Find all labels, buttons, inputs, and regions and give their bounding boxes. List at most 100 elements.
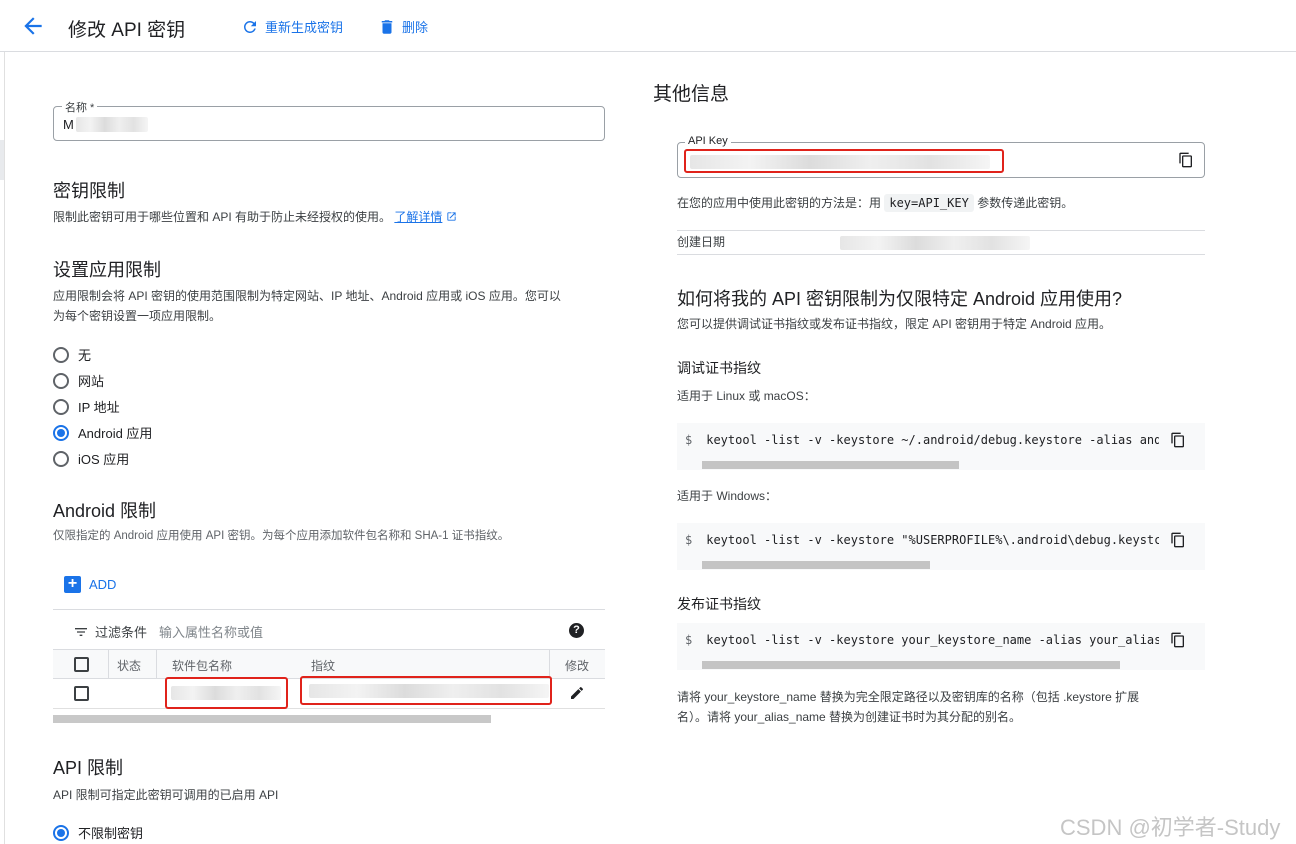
column-fingerprint[interactable]: 指纹 [311, 657, 335, 674]
radio-label: IP 地址 [78, 400, 120, 415]
filter-icon [75, 627, 87, 636]
delete-button[interactable]: 删除 [378, 17, 428, 36]
linux-command-text: keytool -list -v -keystore ~/.android/de… [706, 433, 1159, 447]
linux-label: 适用于 Linux 或 macOS： [677, 389, 816, 403]
filter-bar: 过滤条件 输入属性名称或值 ? [53, 609, 605, 650]
divider [677, 230, 1205, 231]
external-link-icon [447, 212, 456, 221]
code-scrollbar[interactable] [702, 561, 930, 569]
radio-circle-selected [53, 424, 69, 441]
key-usage-suffix: 参数传递此密钥。 [977, 196, 1074, 210]
api-restrictions-description: API 限制可指定此密钥可调用的已启用 API [53, 788, 279, 802]
prompt-symbol: $ [685, 533, 693, 547]
copy-icon[interactable] [1170, 432, 1186, 448]
refresh-icon [243, 20, 256, 33]
column-package-name[interactable]: 软件包名称 [172, 657, 232, 674]
linux-command-block: $ keytool -list -v -keystore ~/.android/d… [677, 423, 1205, 470]
windows-command-block: $ keytool -list -v -keystore "%USERPROFIL… [677, 523, 1205, 570]
key-usage-prefix: 在您的应用中使用此密钥的方法是：用 [677, 196, 882, 210]
column-divider [108, 650, 109, 679]
radio-ip-addresses[interactable]: IP 地址 [53, 397, 120, 416]
api-key-label: API Key [685, 135, 731, 147]
replace-note-2: 名）。请将 your_alias_name 替换为创建证书时为其分配的别名。 [677, 710, 1022, 724]
radio-circle [53, 398, 69, 415]
top-app-bar: 修改 API 密钥 重新生成密钥 删除 [0, 0, 1296, 52]
trash-icon [381, 19, 393, 34]
release-command-block: $ keytool -list -v -keystore your_keystor… [677, 623, 1205, 670]
replace-note-1: 请将 your_keystore_name 替换为完全限定路径以及密钥库的名称（… [677, 690, 1140, 704]
learn-more-link[interactable]: 了解详情 [394, 210, 442, 224]
windows-label: 适用于 Windows： [677, 489, 778, 503]
linux-command: $ keytool -list -v -keystore ~/.android/d… [685, 433, 1159, 447]
radio-websites[interactable]: 网站 [53, 371, 104, 390]
radio-label: 无 [78, 348, 92, 363]
app-restrictions-heading: 设置应用限制 [53, 260, 161, 280]
code-scrollbar[interactable] [702, 461, 959, 469]
radio-ios-apps[interactable]: iOS 应用 [53, 449, 129, 468]
api-restrictions-heading: API 限制 [53, 758, 124, 778]
radio-circle [53, 346, 69, 363]
table-header: 状态 软件包名称 指纹 修改 [53, 650, 605, 679]
copy-icon[interactable] [1178, 152, 1194, 168]
release-command: $ keytool -list -v -keystore your_keystor… [685, 633, 1159, 647]
radio-circle [53, 372, 69, 389]
debug-cert-heading: 调试证书指纹 [677, 360, 761, 376]
copy-icon[interactable] [1170, 532, 1186, 548]
windows-command-text: keytool -list -v -keystore "%USERPROFILE… [706, 533, 1159, 547]
radio-dont-restrict-key[interactable]: 不限制密钥 [53, 823, 143, 842]
regenerate-key-button[interactable]: 重新生成密钥 [241, 17, 343, 36]
column-edit: 修改 [565, 659, 590, 673]
app-restrictions-description-2: 为每个密钥设置一项应用限制。 [53, 309, 222, 323]
radio-label: iOS 应用 [78, 452, 130, 467]
watermark: CSDN @初学者-Study [1060, 815, 1281, 840]
back-arrow-icon[interactable] [20, 13, 46, 39]
copy-icon[interactable] [1170, 632, 1186, 648]
name-field[interactable]: 名称 * M [53, 99, 605, 141]
plus-icon: + [64, 576, 81, 593]
prompt-symbol: $ [685, 433, 693, 447]
redacted-created-date [840, 236, 1030, 250]
page-title: 修改 API 密钥 [68, 20, 186, 41]
android-restrictions-description: 仅限指定的 Android 应用使用 API 密钥。为每个应用添加软件包名称和 … [53, 530, 510, 542]
created-date-label: 创建日期 [677, 235, 726, 249]
delete-label: 删除 [402, 20, 429, 35]
table-horizontal-scrollbar[interactable] [53, 715, 491, 723]
redacted-name [76, 117, 148, 132]
radio-label: Android 应用 [78, 426, 153, 441]
code-scrollbar[interactable] [702, 661, 1120, 669]
filter-button[interactable]: 过滤条件 [73, 622, 147, 641]
add-label: ADD [89, 577, 117, 592]
add-item-button[interactable]: + ADD [64, 576, 116, 593]
column-divider [549, 650, 550, 679]
android-howto-description: 您可以提供调试证书指纹或发布证书指纹，限定 API 密钥用于特定 Android… [677, 317, 1112, 331]
key-restrictions-heading: 密钥限制 [53, 181, 125, 201]
release-cert-heading: 发布证书指纹 [677, 596, 761, 612]
key-usage-text: 在您的应用中使用此密钥的方法是：用 key=API_KEY 参数传递此密钥。 [677, 193, 1073, 213]
radio-circle [53, 450, 69, 467]
radio-label: 不限制密钥 [78, 826, 144, 841]
radio-none[interactable]: 无 [53, 345, 91, 364]
column-divider [156, 650, 157, 679]
other-info-heading: 其他信息 [653, 84, 730, 105]
select-all-checkbox[interactable] [74, 657, 89, 672]
name-field-label: 名称 * [62, 99, 98, 115]
android-howto-heading: 如何将我的 API 密钥限制为仅限特定 Android 应用使用? [677, 289, 1123, 309]
filter-input[interactable]: 输入属性名称或值 [159, 622, 263, 641]
regenerate-key-label: 重新生成密钥 [265, 20, 344, 35]
edit-pencil-icon[interactable] [569, 685, 585, 701]
column-status[interactable]: 状态 [117, 657, 141, 674]
radio-android-apps[interactable]: Android 应用 [53, 423, 152, 442]
radio-circle-selected [53, 824, 69, 841]
side-rail-marker [0, 140, 4, 180]
key-usage-code: key=API_KEY [884, 194, 974, 212]
highlight-api-key [684, 149, 1004, 173]
prompt-symbol: $ [685, 633, 693, 647]
row-checkbox[interactable] [74, 686, 89, 701]
name-field-value: M [63, 117, 74, 132]
learn-more-label: 了解详情 [394, 210, 443, 224]
filter-label: 过滤条件 [95, 625, 148, 640]
release-command-text: keytool -list -v -keystore your_keystore… [706, 633, 1159, 647]
help-icon[interactable]: ? [569, 623, 584, 638]
key-restrictions-description: 限制此密钥可用于哪些位置和 API 有助于防止未经授权的使用。 了解详情 [53, 207, 457, 227]
radio-label: 网站 [78, 374, 105, 389]
